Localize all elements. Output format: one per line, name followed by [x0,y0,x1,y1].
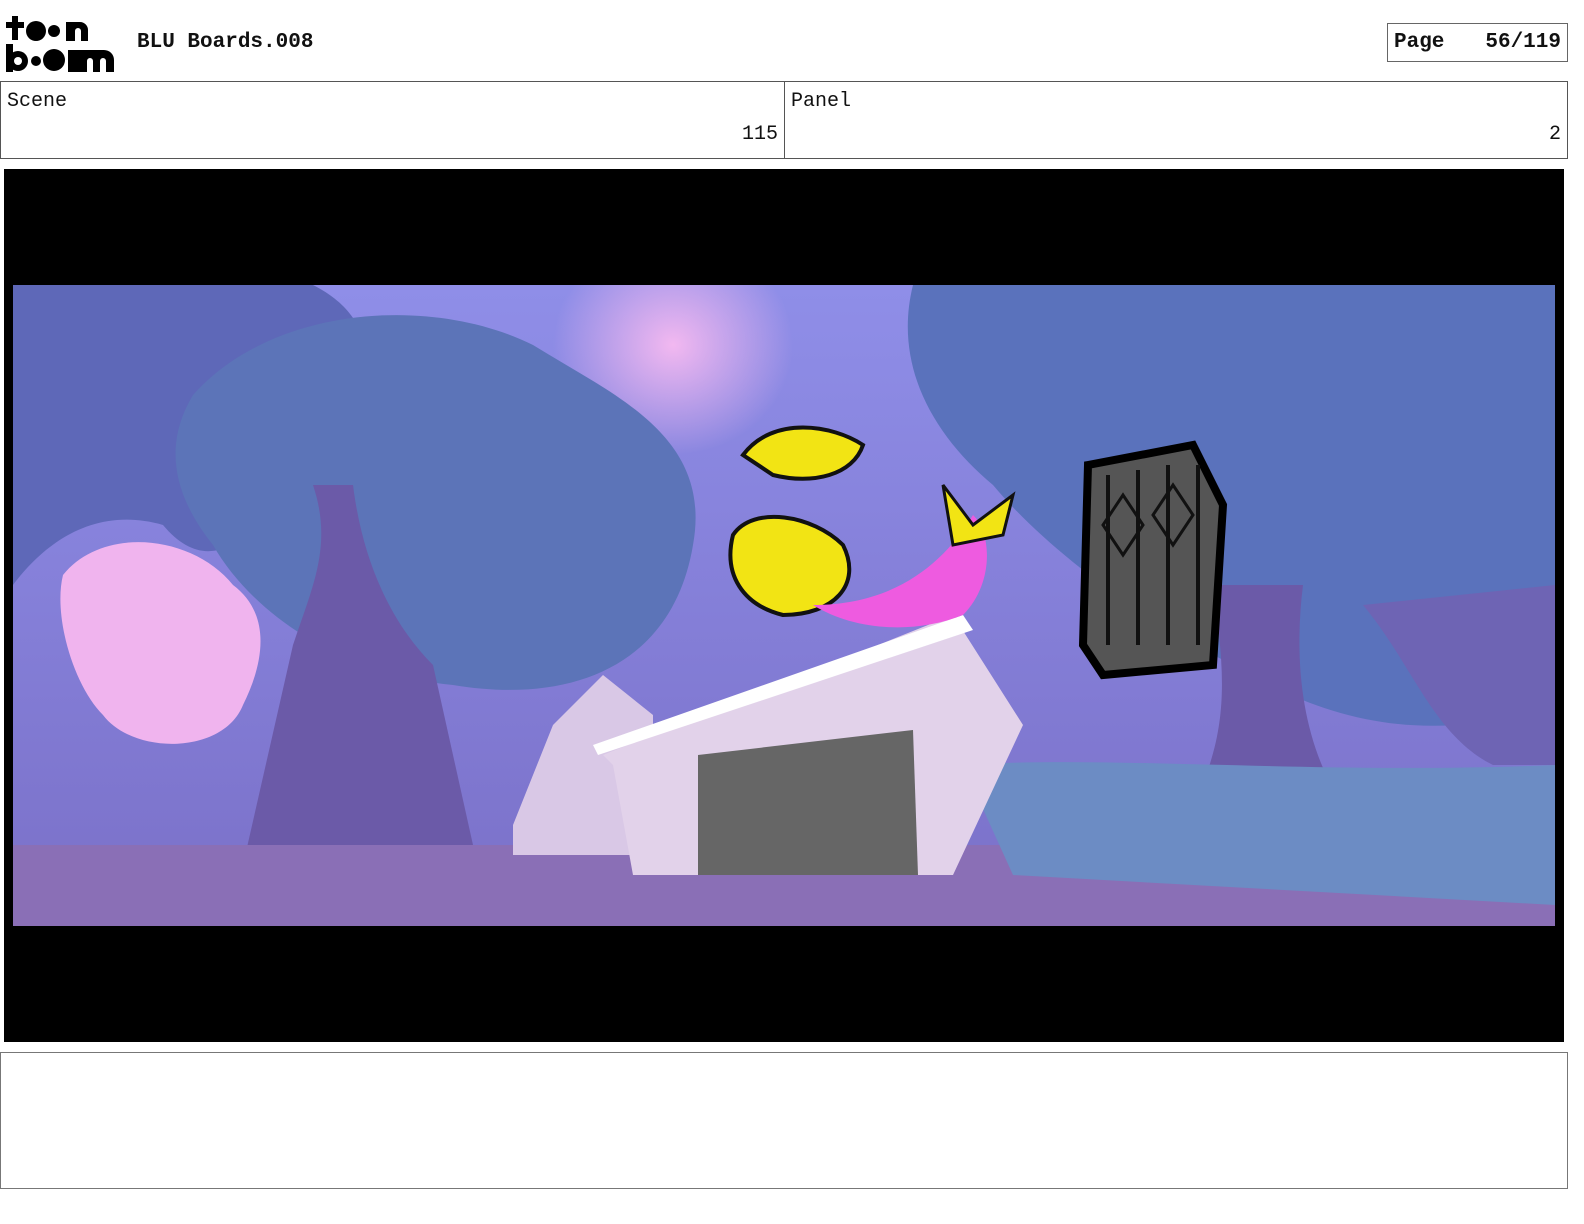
panel-label: Panel [791,90,852,113]
toon-boom-logo [6,16,114,72]
storyboard-panel-image [13,285,1555,926]
panel-field: Panel 2 [784,81,1568,159]
document-title: BLU Boards.008 [137,31,314,54]
page-value: 56/119 [1485,31,1561,54]
scene-value: 115 [741,123,778,146]
page-counter: Page 56/119 [1387,23,1568,62]
notes-box [0,1052,1568,1189]
scene-label: Scene [7,90,68,113]
storyboard-frame [4,169,1564,1042]
page-label: Page [1394,31,1445,54]
panel-value: 2 [1548,123,1561,146]
scene-field: Scene 115 [0,81,785,159]
